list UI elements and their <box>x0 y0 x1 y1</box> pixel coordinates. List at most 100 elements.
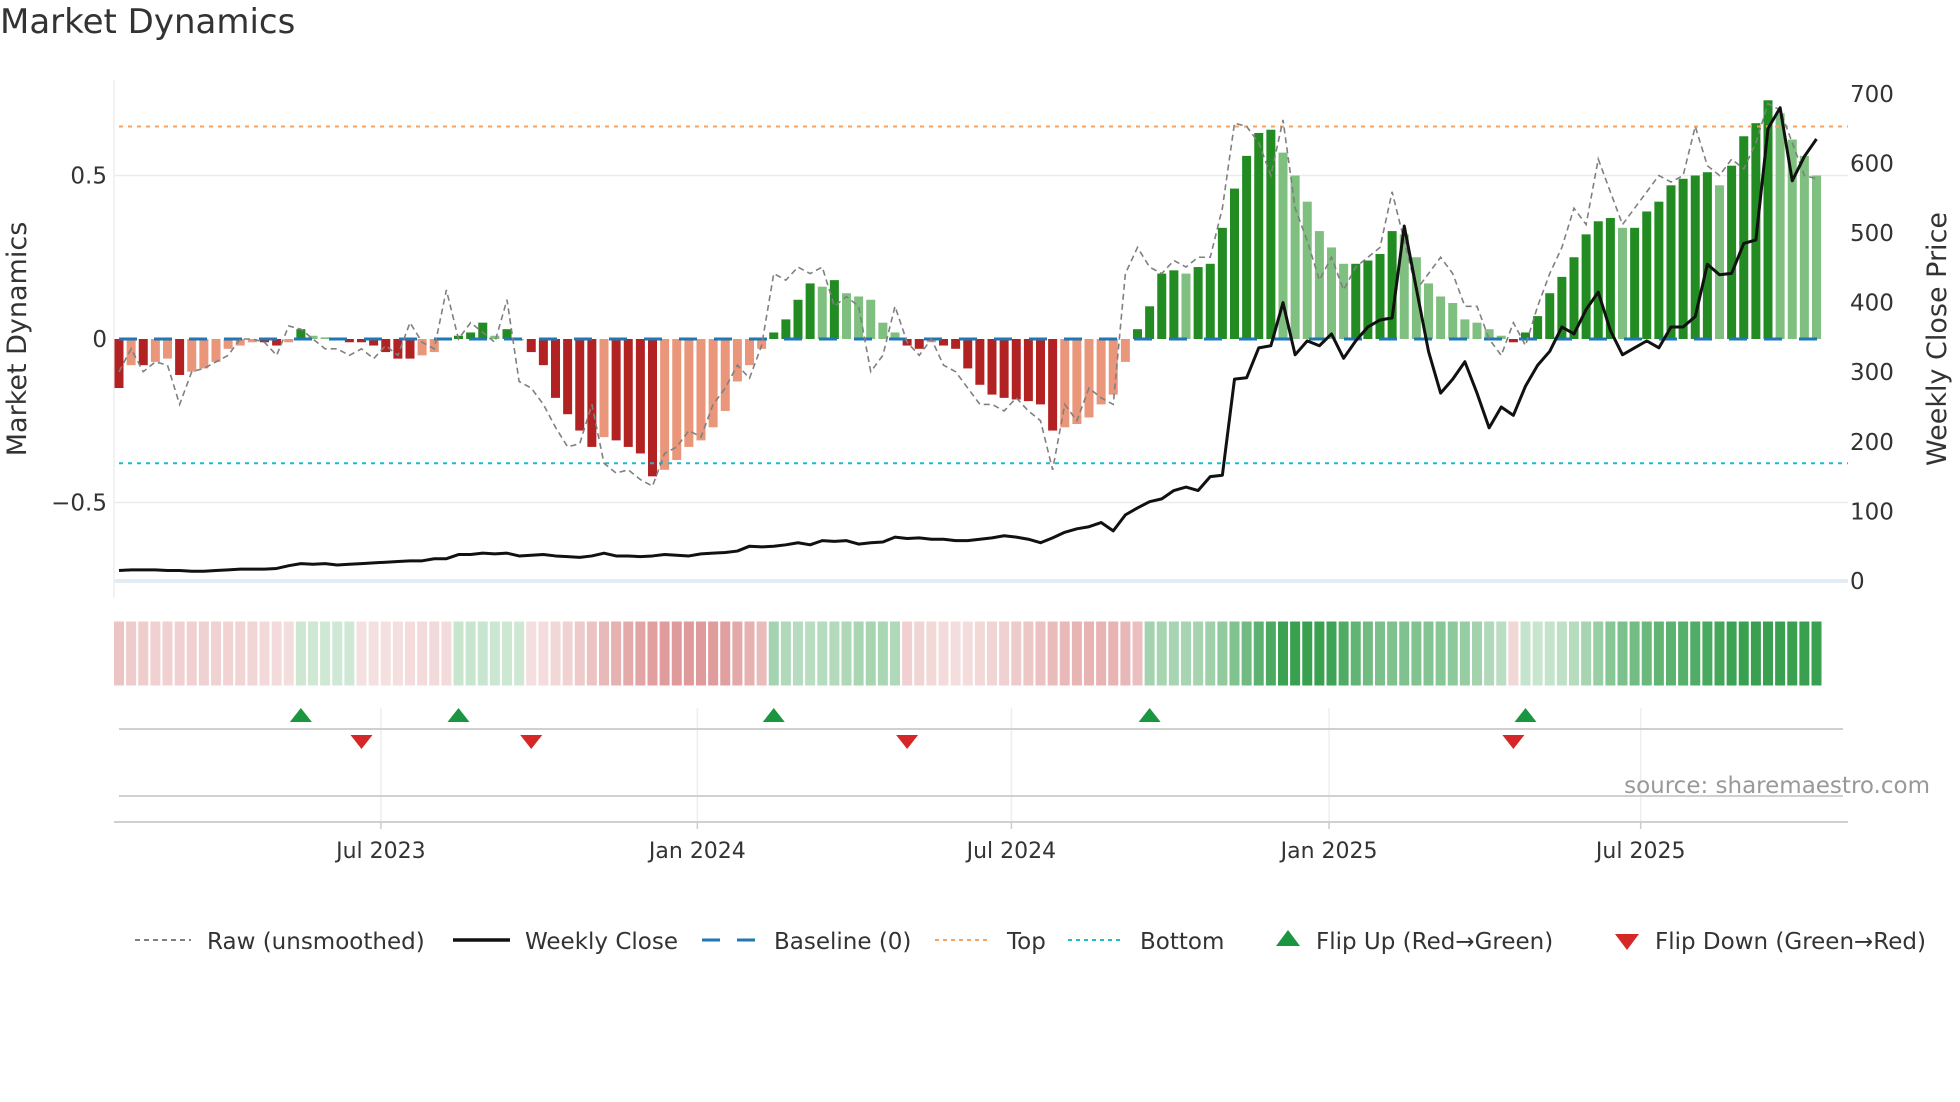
bar <box>1157 273 1167 339</box>
bar <box>987 339 997 395</box>
strip-cell <box>852 620 865 687</box>
strip-cell <box>634 620 647 687</box>
strip-cell <box>222 620 235 687</box>
bar <box>1351 263 1361 339</box>
strip-cell <box>864 620 877 687</box>
strip-cell <box>973 620 986 687</box>
strip-cell <box>246 620 259 687</box>
strip-cell <box>889 620 901 687</box>
strip-cell <box>1313 620 1326 687</box>
strip-cell <box>1228 620 1241 687</box>
bar <box>1666 185 1676 339</box>
strip-cell <box>270 620 283 687</box>
strip-cell <box>573 620 586 687</box>
y-tick-label: 0.5 <box>70 164 107 190</box>
bar <box>1314 231 1324 339</box>
strip-cell <box>1665 620 1677 687</box>
bar <box>1011 339 1021 400</box>
legend: Raw (unsmoothed) Weekly Close Baseline (0)… <box>135 929 1926 955</box>
bar <box>163 339 172 359</box>
strip-cell <box>767 620 780 687</box>
y-right-tick-label: 300 <box>1850 360 1894 386</box>
strip-cell <box>1446 620 1459 687</box>
bar <box>1727 165 1737 339</box>
flip-up-marker <box>289 708 312 722</box>
bar <box>1508 339 1518 343</box>
bar <box>381 339 391 353</box>
bar <box>1242 155 1252 339</box>
bar <box>842 293 851 339</box>
strip-cell <box>755 620 768 687</box>
strip-cell <box>695 620 707 687</box>
strip-cell <box>1192 620 1205 687</box>
strip-cell <box>1010 620 1023 687</box>
bar <box>284 339 294 343</box>
bar <box>1230 188 1239 339</box>
bar <box>1618 227 1627 339</box>
strip-cell <box>1022 620 1035 687</box>
strip-cell <box>1725 620 1738 687</box>
legend-label: Top <box>1006 929 1046 955</box>
strip-cell <box>1677 620 1690 687</box>
strip-cell <box>1277 620 1289 687</box>
y-right-tick-label: 400 <box>1850 291 1894 317</box>
bar <box>732 339 742 382</box>
strip-cell <box>1386 620 1399 687</box>
flip-down-marker <box>520 735 543 749</box>
bar <box>1048 339 1058 431</box>
bar <box>405 339 415 359</box>
strip-cell <box>828 620 841 687</box>
strip-cell <box>113 620 125 687</box>
strip-cell <box>1495 620 1508 687</box>
bar <box>587 339 597 447</box>
bar <box>635 339 645 454</box>
strip-cell <box>501 620 513 687</box>
strip-cell <box>1361 620 1374 687</box>
bar <box>1460 319 1470 339</box>
strip-cell <box>670 620 683 687</box>
bar <box>138 339 148 366</box>
strip-cell <box>719 620 732 687</box>
bar <box>1060 339 1070 428</box>
strip-cell <box>404 620 416 687</box>
strip-cell <box>137 620 150 687</box>
y-right-tick-label: 100 <box>1850 499 1894 525</box>
strip-cell <box>1507 620 1520 687</box>
strip-cell <box>1628 620 1641 687</box>
bar <box>1205 263 1215 339</box>
strip-cell <box>1519 620 1532 687</box>
bar <box>1533 316 1543 339</box>
bar <box>211 339 221 362</box>
bar <box>1702 172 1712 339</box>
bar <box>599 339 609 438</box>
strip-cell <box>1289 620 1302 687</box>
strip-cell <box>622 620 635 687</box>
bar <box>1084 339 1094 418</box>
y-right-tick-label: 600 <box>1850 151 1894 177</box>
strip-cell <box>1762 620 1774 687</box>
y-right-tick-label: 500 <box>1850 221 1894 247</box>
bar <box>951 339 961 349</box>
bar <box>1181 273 1191 339</box>
bar <box>526 339 536 353</box>
y-right-axis-label: Weekly Close Price <box>1922 212 1953 466</box>
strip-cell <box>1204 620 1217 687</box>
strip-cell <box>1604 620 1617 687</box>
x-tick-label: Jan 2024 <box>647 839 746 864</box>
strip-cell <box>610 620 623 687</box>
bar <box>805 283 815 339</box>
strip-cell <box>1543 620 1556 687</box>
strip-cell <box>1774 620 1787 687</box>
bar <box>975 339 985 385</box>
bar <box>1145 306 1155 339</box>
bar <box>187 339 197 372</box>
legend-flip-up-icon <box>1276 930 1300 946</box>
strip-cell <box>125 620 138 687</box>
strip-cell <box>1616 620 1629 687</box>
x-tick-label: Jan 2025 <box>1279 839 1378 864</box>
strip-cell <box>949 620 962 687</box>
strip-cell <box>1652 620 1665 687</box>
strip-cell <box>658 620 671 687</box>
source-note: source: sharemaestro.com <box>1624 773 1930 799</box>
bar <box>1678 178 1688 339</box>
